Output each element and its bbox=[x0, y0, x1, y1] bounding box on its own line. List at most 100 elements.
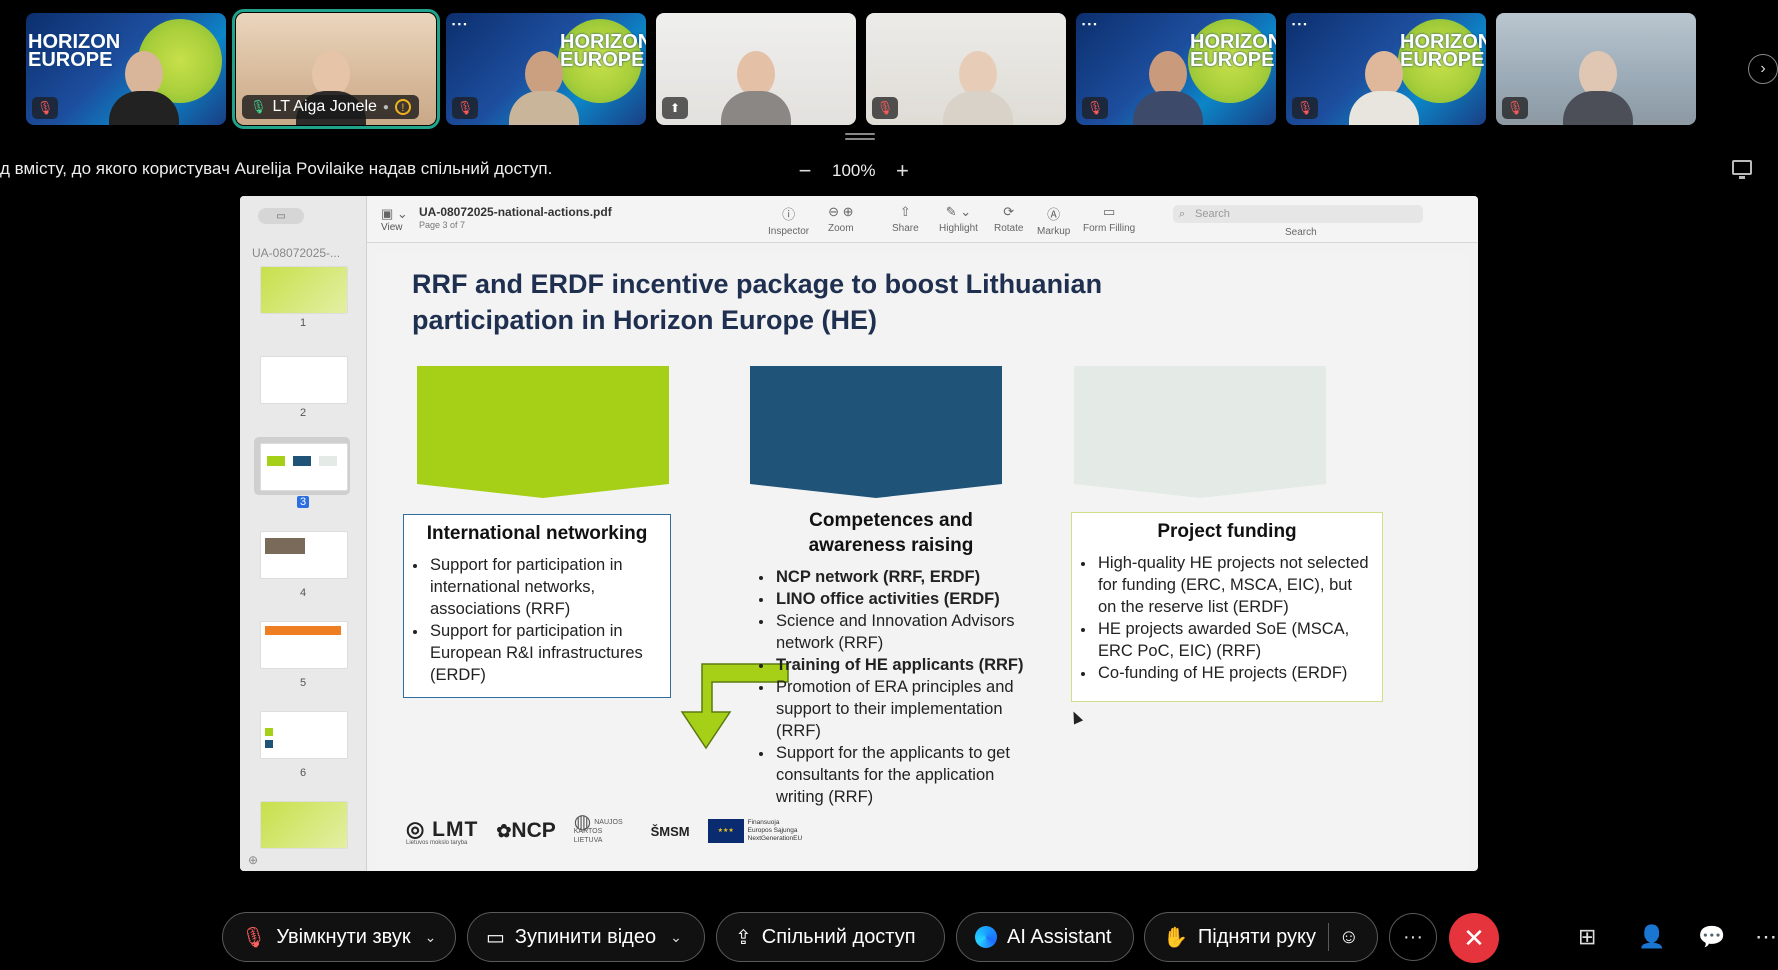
list-item: Support for the applicants to get consul… bbox=[774, 742, 1024, 808]
participant-tile[interactable]: ▪ ▪ ▪ HORIZON EUROPE 🎙 bbox=[446, 13, 646, 125]
ncp-logo: ✿NCP bbox=[496, 819, 556, 842]
dot-icon: ● bbox=[382, 101, 389, 113]
page-thumbnail-selected[interactable] bbox=[260, 443, 348, 491]
sidebar-view-icon: ▣ ⌄ bbox=[381, 206, 408, 221]
slide-title: RRF and ERDF incentive package to boost … bbox=[412, 269, 1103, 335]
thumbnail-page-number: 4 bbox=[299, 587, 307, 599]
zoom-in-button[interactable]: + bbox=[893, 158, 911, 184]
eu-flag-icon: ★★★ bbox=[707, 819, 744, 843]
pdf-toolbar: ▣ ⌄ View UA-08072025-national-actions.pd… bbox=[367, 196, 1478, 243]
add-page-icon[interactable]: ⊕ bbox=[248, 853, 258, 867]
document-title: UA-08072025-national-actions.pdf Page 3 … bbox=[419, 205, 612, 230]
mic-muted-icon: 🎙 bbox=[1292, 97, 1318, 119]
search-input[interactable]: ⌕ Search bbox=[1173, 205, 1423, 223]
emoji-reaction-icon[interactable]: ☺ bbox=[1339, 926, 1359, 949]
page-thumbnail[interactable] bbox=[260, 531, 348, 579]
zoom-button[interactable]: ⊖ ⊕ Zoom bbox=[828, 204, 854, 234]
rotate-button[interactable]: ⟳ Rotate bbox=[994, 204, 1023, 234]
banner-pale bbox=[1074, 366, 1326, 498]
share-notice: д вмісту, до якого користувач Aurelija P… bbox=[0, 159, 553, 178]
chevron-down-icon[interactable]: ⌄ bbox=[425, 929, 437, 946]
more-options-button[interactable]: ··· bbox=[1389, 913, 1437, 961]
eu-flags-icon: ▪ ▪ ▪ bbox=[1082, 19, 1097, 29]
list-item: Promotion of ERA principles and support … bbox=[774, 676, 1024, 742]
page-thumbnail[interactable] bbox=[260, 801, 348, 849]
mic-muted-icon: 🎙 bbox=[1082, 97, 1108, 119]
eu-flags-icon: ▪ ▪ ▪ bbox=[452, 19, 467, 29]
info-icon: ⓘ bbox=[782, 207, 796, 222]
highlighter-icon: ✎ ⌄ bbox=[945, 204, 972, 219]
participant-tile[interactable]: ▪ ▪ ▪ HORIZON EUROPE 🎙 bbox=[1286, 13, 1486, 125]
search-label: Search bbox=[1285, 227, 1317, 238]
bullet-list: NCP network (RRF, ERDF) LINO office acti… bbox=[758, 566, 1024, 808]
markup-icon: Ⓐ bbox=[1047, 207, 1061, 222]
share-doc-button[interactable]: ⇧ Share bbox=[892, 204, 919, 234]
sidebar-toggle-button[interactable]: ▭ bbox=[258, 208, 304, 224]
mic-on-icon: 🎙 bbox=[250, 99, 267, 114]
participant-tile[interactable]: ⬆ bbox=[656, 13, 856, 125]
list-item: Support for participation in European R&… bbox=[428, 620, 662, 686]
search-icon: ⌕ bbox=[1179, 208, 1186, 220]
participant-tile[interactable]: 🎙 bbox=[866, 13, 1066, 125]
naujos-kartos-lietuva-logo: ◍ NAUJOS KARTOS LIETUVA bbox=[573, 810, 623, 844]
rotate-icon: ⟳ bbox=[1003, 204, 1015, 219]
participants-icon[interactable]: 👤 bbox=[1638, 924, 1665, 950]
more-icon[interactable]: ⋯ bbox=[1755, 924, 1777, 950]
shared-content-window: ▭ UA-08072025-... 1 2 3 4 5 6 ⊕ ▣ ⌄ View… bbox=[240, 196, 1478, 871]
thumbnail-page-number: 6 bbox=[299, 767, 307, 779]
screen-view-icon[interactable] bbox=[1732, 160, 1752, 179]
file-name: UA-08072025-national-actions.pdf bbox=[419, 205, 612, 219]
chevron-down-icon[interactable]: ⌄ bbox=[670, 929, 682, 946]
presentation-slide: RRF and ERDF incentive package to boost … bbox=[376, 254, 1468, 871]
mic-muted-icon: 🎙 bbox=[452, 97, 478, 119]
leave-meeting-button[interactable]: ✕ bbox=[1449, 913, 1499, 963]
thumbnail-page-number: 2 bbox=[299, 407, 307, 419]
list-item: Support for participation in internation… bbox=[428, 554, 662, 620]
highlight-button[interactable]: ✎ ⌄ Highlight bbox=[939, 204, 978, 234]
eu-funding-logo: ★★★ Finansuoja Europos Sąjunga NextGener… bbox=[707, 819, 802, 843]
screen-share-icon: ⬆ bbox=[662, 97, 688, 119]
zoom-control: − 100% + bbox=[796, 158, 911, 184]
page-info: Page 3 of 7 bbox=[419, 220, 466, 230]
bullet-list: Support for participation in internation… bbox=[412, 554, 662, 686]
participant-name: LT Aiga Jonele bbox=[272, 98, 377, 115]
page-thumbnail[interactable] bbox=[260, 711, 348, 759]
next-participants-button[interactable]: › bbox=[1748, 54, 1778, 84]
share-button[interactable]: ⇪ Спільний доступ bbox=[716, 912, 945, 962]
page-thumbnail[interactable] bbox=[260, 621, 348, 669]
apps-icon[interactable]: ⊞ bbox=[1578, 924, 1596, 950]
page-thumbnail[interactable] bbox=[260, 356, 348, 404]
mic-muted-icon: 🎙 bbox=[241, 926, 267, 949]
list-item: Co-funding of HE projects (ERDF) bbox=[1096, 662, 1374, 684]
markup-button[interactable]: Ⓐ Markup bbox=[1037, 204, 1070, 237]
unmute-button[interactable]: 🎙 Увімкнути звук ⌄ bbox=[222, 912, 456, 962]
participant-tile[interactable]: 🎙 bbox=[1496, 13, 1696, 125]
chat-icon[interactable]: 💬 bbox=[1698, 924, 1725, 950]
zoom-out-button[interactable]: − bbox=[796, 158, 814, 184]
participant-tile-active-speaker[interactable]: 🎙 LT Aiga Jonele ● ! bbox=[232, 9, 440, 129]
ai-assistant-button[interactable]: AI Assistant bbox=[956, 912, 1134, 962]
bullet-list: High-quality HE projects not selected fo… bbox=[1080, 552, 1374, 684]
inspector-button[interactable]: ⓘ Inspector bbox=[768, 204, 809, 237]
eu-flags-icon: ▪ ▪ ▪ bbox=[1292, 19, 1307, 29]
project-funding-box: Project funding High-quality HE projects… bbox=[1071, 512, 1383, 702]
sidebar-title: UA-08072025-... bbox=[252, 246, 341, 260]
page-thumbnail[interactable] bbox=[260, 266, 348, 314]
raise-hand-button[interactable]: ✋ Підняти руку ☺ bbox=[1144, 912, 1378, 962]
thumbnail-page-number: 3 bbox=[240, 496, 366, 508]
pdf-thumbnail-sidebar: ▭ UA-08072025-... 1 2 3 4 5 6 ⊕ bbox=[240, 196, 367, 871]
participant-name-tag: 🎙 LT Aiga Jonele ● ! bbox=[242, 95, 419, 119]
form-filling-button[interactable]: ▭ Form Filling bbox=[1083, 204, 1135, 234]
view-menu[interactable]: ▣ ⌄ View bbox=[381, 206, 408, 233]
competences-box: Competences and awareness raising NCP ne… bbox=[750, 502, 1032, 820]
thumbnail-page-number: 5 bbox=[299, 677, 307, 689]
mouse-pointer-icon bbox=[1068, 709, 1084, 725]
form-icon: ▭ bbox=[1102, 204, 1116, 219]
stop-video-button[interactable]: ▭ Зупинити відео ⌄ bbox=[467, 912, 705, 962]
video-camera-icon: ▭ bbox=[486, 926, 505, 949]
participant-tile[interactable]: HORIZON EUROPE 🎙 bbox=[26, 13, 226, 125]
column-heading: Competences and awareness raising bbox=[808, 510, 974, 556]
participant-tile[interactable]: ▪ ▪ ▪ HORIZON EUROPE 🎙 bbox=[1076, 13, 1276, 125]
zoom-level: 100% bbox=[832, 161, 876, 180]
resize-handle[interactable] bbox=[845, 133, 875, 141]
